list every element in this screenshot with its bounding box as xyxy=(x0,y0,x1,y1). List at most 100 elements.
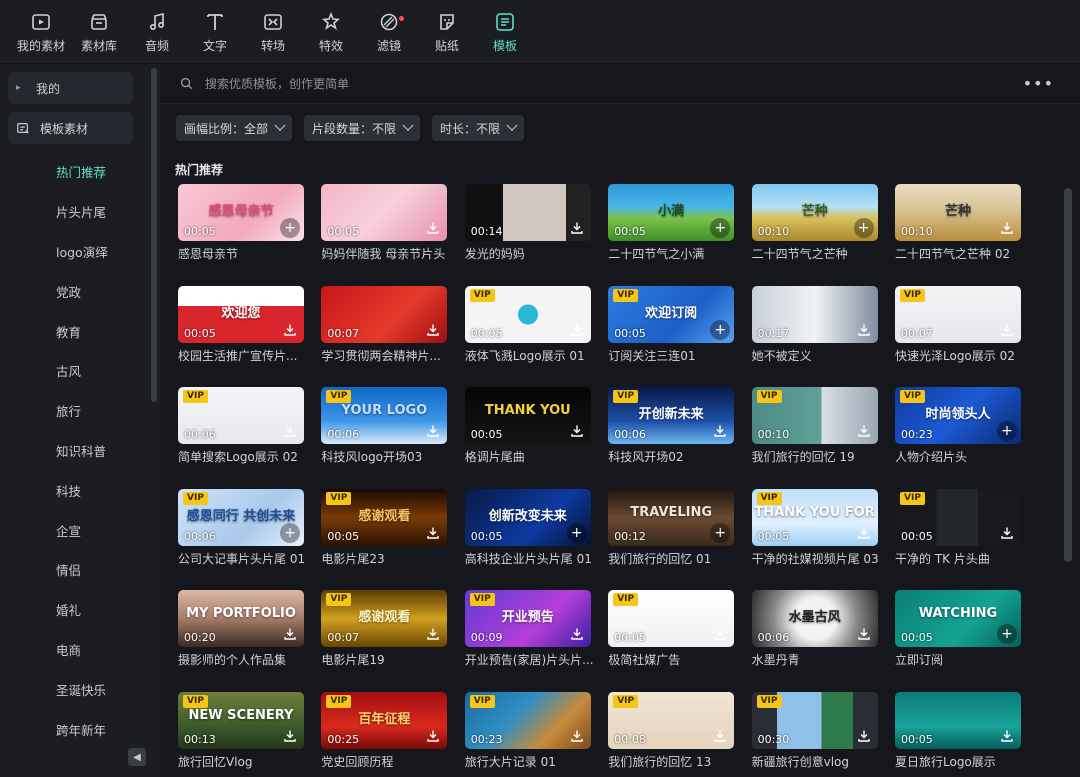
template-card[interactable]: VIP 00:10 我们旅行的回忆 19 xyxy=(751,387,878,465)
template-thumbnail[interactable]: VIP NEW SCENERY 00:13 xyxy=(178,691,304,749)
add-template-icon[interactable]: + xyxy=(710,218,731,238)
template-card[interactable]: VIP THANK YOU FOR 00:05 干净的社媒视频片尾 03 xyxy=(751,488,879,567)
sidebar-item-3[interactable]: 党政 xyxy=(0,271,160,311)
template-card[interactable]: VIP 00:05 极简社媒广告 xyxy=(608,590,735,668)
template-card[interactable]: VIP NEW SCENERY 00:13 旅行回忆Vlog xyxy=(178,691,304,770)
template-thumbnail[interactable]: VIP 欢迎订阅 00:05 + xyxy=(608,285,735,343)
template-card[interactable]: MY PORTFOLIO 00:20 摄影师的个人作品集 xyxy=(178,590,304,668)
template-thumbnail[interactable]: VIP 00:30 xyxy=(751,691,878,749)
template-thumbnail[interactable]: VIP 00:05 xyxy=(464,285,591,343)
download-icon[interactable] xyxy=(710,624,730,644)
sidebar-item-11[interactable]: 婚礼 xyxy=(0,590,160,630)
toolbar-tab-5[interactable]: 特效 xyxy=(302,0,360,64)
template-thumbnail[interactable]: THANK YOU 00:05 xyxy=(464,387,591,444)
download-icon[interactable] xyxy=(423,624,443,644)
sidebar-item-0[interactable]: 热门推荐 xyxy=(0,152,160,192)
add-template-icon[interactable]: + xyxy=(853,218,874,238)
filter-dropdown-0[interactable]: 画幅比例：全部 xyxy=(176,115,293,141)
filter-dropdown-1[interactable]: 片段数量：不限 xyxy=(304,115,421,141)
sidebar-item-14[interactable]: 跨年新年 xyxy=(0,709,160,749)
template-card[interactable]: 芒种 00:10 + 二十四节气之芒种 xyxy=(751,184,878,262)
download-icon[interactable] xyxy=(280,726,300,746)
template-thumbnail[interactable]: VIP 00:06 xyxy=(178,387,304,444)
sidebar-item-4[interactable]: 教育 xyxy=(0,311,160,351)
download-icon[interactable] xyxy=(280,421,300,441)
sidebar-my-section[interactable]: ▸ 我的 xyxy=(8,72,133,104)
template-card[interactable]: 00:07 学习贯彻两会精神片... xyxy=(321,285,448,364)
main-scrollbar[interactable] xyxy=(1064,188,1072,562)
download-icon[interactable] xyxy=(423,523,443,543)
toolbar-tab-4[interactable]: 转场 xyxy=(244,0,302,64)
download-icon[interactable] xyxy=(854,320,874,340)
search-input[interactable] xyxy=(205,76,805,91)
template-card[interactable]: WATCHING 00:05 + 立即订阅 xyxy=(895,590,1021,668)
template-thumbnail[interactable]: VIP 00:05 xyxy=(608,590,735,647)
template-thumbnail[interactable]: 00:14 xyxy=(464,184,591,241)
template-thumbnail[interactable]: 00:07 xyxy=(321,285,448,343)
template-card[interactable]: VIP 00:08 我们旅行的回忆 13 xyxy=(608,691,735,770)
download-icon[interactable] xyxy=(854,421,874,441)
template-card[interactable]: VIP 感谢观看 00:07 电影片尾19 xyxy=(321,590,448,668)
template-card[interactable]: VIP 百年征程 00:25 党史回顾历程 xyxy=(321,691,448,770)
template-card[interactable]: VIP 时尚领头人 00:23 + 人物介绍片头 xyxy=(895,387,1021,465)
more-options-icon[interactable]: ••• xyxy=(1023,74,1054,93)
template-thumbnail[interactable]: VIP 00:05 xyxy=(895,488,1021,546)
template-thumbnail[interactable]: VIP YOUR LOGO 00:06 xyxy=(321,387,448,444)
template-thumbnail[interactable]: 水墨古风 00:06 xyxy=(751,590,878,647)
download-icon[interactable] xyxy=(423,320,443,340)
sidebar-item-13[interactable]: 圣诞快乐 xyxy=(0,669,160,709)
add-template-icon[interactable]: + xyxy=(710,522,731,543)
add-template-icon[interactable]: + xyxy=(997,421,1017,441)
download-icon[interactable] xyxy=(567,726,587,746)
download-icon[interactable] xyxy=(710,421,730,441)
download-icon[interactable] xyxy=(423,218,443,238)
download-icon[interactable] xyxy=(854,624,874,644)
template-thumbnail[interactable]: 00:05 xyxy=(895,691,1021,749)
add-template-icon[interactable]: + xyxy=(997,624,1017,644)
add-template-icon[interactable]: + xyxy=(710,319,731,340)
template-card[interactable]: VIP 00:05 液体飞溅Logo展示 01 xyxy=(464,285,591,364)
template-card[interactable]: 水墨古风 00:06 水墨丹青 xyxy=(751,590,878,668)
template-thumbnail[interactable]: VIP 感恩同行 共创未来 00:06 + xyxy=(178,488,304,546)
sidebar-item-10[interactable]: 情侣 xyxy=(0,550,160,590)
template-thumbnail[interactable]: 感恩母亲节 00:05 + xyxy=(178,184,304,241)
template-thumbnail[interactable]: VIP 开创新未来 00:06 xyxy=(608,387,735,444)
download-icon[interactable] xyxy=(997,726,1017,746)
template-card[interactable]: 00:14 发光的妈妈 xyxy=(464,184,591,262)
template-thumbnail[interactable]: 创新改变未来 00:05 + xyxy=(464,488,591,546)
sidebar-item-7[interactable]: 知识科普 xyxy=(0,431,160,471)
template-thumbnail[interactable]: VIP 感谢观看 00:07 xyxy=(321,590,448,647)
toolbar-tab-7[interactable]: 贴纸 xyxy=(418,0,476,64)
download-icon[interactable] xyxy=(997,523,1017,543)
toolbar-tab-3[interactable]: 文字 xyxy=(186,0,244,64)
template-thumbnail[interactable]: VIP 时尚领头人 00:23 + xyxy=(895,387,1021,444)
sidebar-item-5[interactable]: 古风 xyxy=(0,351,160,391)
add-template-icon[interactable]: + xyxy=(280,218,300,238)
template-thumbnail[interactable]: VIP THANK YOU FOR 00:05 xyxy=(751,488,878,546)
sidebar-item-6[interactable]: 旅行 xyxy=(0,391,160,431)
template-card[interactable]: 00:05 妈妈伴随我 母亲节片头 xyxy=(321,184,448,262)
sidebar-template-category[interactable]: 模板素材 xyxy=(8,112,133,144)
template-thumbnail[interactable]: 小满 00:05 + xyxy=(608,184,735,241)
template-thumbnail[interactable]: 欢迎您 00:05 xyxy=(178,285,304,343)
download-icon[interactable] xyxy=(280,320,300,340)
template-card[interactable]: VIP 开业预告 00:09 开业预告(家居)片头片... xyxy=(464,590,594,668)
toolbar-tab-6[interactable]: 滤镜 xyxy=(360,0,418,64)
download-icon[interactable] xyxy=(567,218,587,238)
template-thumbnail[interactable]: WATCHING 00:05 + xyxy=(895,590,1021,647)
download-icon[interactable] xyxy=(280,624,300,644)
template-card[interactable]: 00:05 夏日旅行Logo展示 xyxy=(895,691,1021,770)
download-icon[interactable] xyxy=(567,320,587,340)
toolbar-tab-2[interactable]: 音频 xyxy=(128,0,186,64)
template-card[interactable]: 00:17 她不被定义 xyxy=(751,285,878,364)
template-card[interactable]: 创新改变未来 00:05 + 高科技企业片头片尾 01 xyxy=(464,488,592,567)
template-thumbnail[interactable]: 00:17 xyxy=(751,285,878,343)
download-icon[interactable] xyxy=(854,523,874,543)
sidebar-scrollbar[interactable] xyxy=(151,68,157,402)
download-icon[interactable] xyxy=(997,218,1017,238)
add-template-icon[interactable]: + xyxy=(566,522,587,543)
template-card[interactable]: 感恩母亲节 00:05 + 感恩母亲节 xyxy=(178,184,304,262)
template-card[interactable]: VIP 00:06 简单搜索Logo展示 02 xyxy=(178,387,304,465)
template-card[interactable]: 欢迎您 00:05 校园生活推广宣传片... xyxy=(178,285,304,364)
filter-dropdown-2[interactable]: 时长：不限 xyxy=(432,115,525,141)
